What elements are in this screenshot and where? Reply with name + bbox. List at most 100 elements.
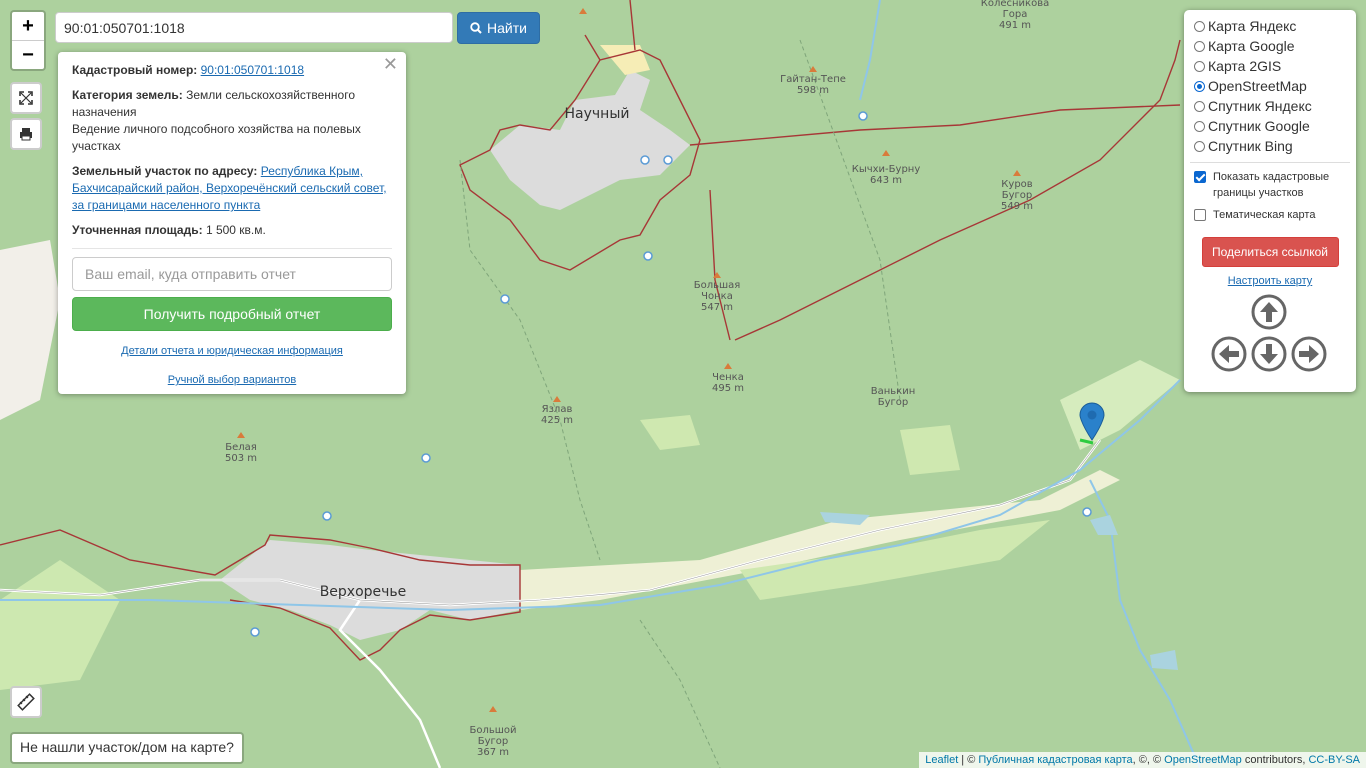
printer-icon <box>20 128 32 141</box>
basemap-options: Карта Яндекс Карта Google Карта 2GIS OpenSt… <box>1194 16 1346 156</box>
radio-button[interactable] <box>1194 20 1205 32</box>
basemap-option[interactable]: Карта 2GIS <box>1194 56 1346 76</box>
zoom-control: + − <box>10 10 46 71</box>
peak-label: 643 m <box>870 175 902 186</box>
peak-label: Чонка <box>701 291 733 302</box>
show-borders-checkbox[interactable] <box>1194 171 1206 183</box>
basemap-option[interactable]: Карта Google <box>1194 36 1346 56</box>
radio-button[interactable] <box>1194 100 1205 112</box>
peak-label: 491 m <box>999 20 1031 31</box>
thematic-checkbox-row[interactable]: Тематическая карта <box>1194 207 1346 223</box>
leaflet-link[interactable]: Leaflet <box>925 754 958 766</box>
town-label: Научный <box>565 106 630 122</box>
fullscreen-button[interactable] <box>10 82 42 114</box>
peak-label: 503 m <box>225 453 257 464</box>
peak-label: Бугор <box>1002 190 1033 201</box>
osm-link[interactable]: OpenStreetMap <box>1164 754 1242 766</box>
category-label: Категория земель: <box>72 88 183 102</box>
peak-label: Белая <box>225 442 257 453</box>
basemap-option-label: Карта 2GIS <box>1208 58 1282 74</box>
peak-label: 425 m <box>541 415 573 426</box>
basemap-option[interactable]: Спутник Яндекс <box>1194 96 1346 116</box>
peak-label: 547 m <box>701 302 733 313</box>
tune-map-link[interactable]: Настроить карту <box>1194 275 1346 287</box>
peak-label: Ченка <box>712 372 744 383</box>
basemap-option-label: Карта Google <box>1208 38 1295 54</box>
basemap-option[interactable]: Спутник Google <box>1194 116 1346 136</box>
parcel-info-panel: ✕ Кадастровый номер: 90:01:050701:1018 К… <box>58 52 406 394</box>
cadastral-link[interactable]: 90:01:050701:1018 <box>201 63 304 77</box>
thematic-checkbox[interactable] <box>1194 209 1206 221</box>
show-borders-label: Показать кадастровые границы участков <box>1213 171 1330 199</box>
basemap-option-label: Спутник Bing <box>1208 138 1293 154</box>
peak-label: Бугор <box>478 736 509 747</box>
category-row: Категория земель: Земли сельскохозяйстве… <box>72 87 392 121</box>
basemap-option-label: OpenStreetMap <box>1208 78 1307 94</box>
get-report-button[interactable]: Получить подробный отчет <box>72 297 392 331</box>
license-link[interactable]: CC-BY-SA <box>1308 754 1360 766</box>
peak-label: Большой <box>469 725 516 736</box>
manual-select-link[interactable]: Ручной выбор вариантов <box>72 372 392 389</box>
town-label: Верхоречье <box>320 584 407 600</box>
share-link-button[interactable]: Поделиться ссылкой <box>1201 237 1339 267</box>
basemap-option-label: Карта Яндекс <box>1208 18 1297 34</box>
peak-label: Кычхи-Бурну <box>852 164 921 175</box>
peak-label: Колесникова <box>981 0 1049 9</box>
search-button-label: Найти <box>487 20 527 36</box>
basemap-option[interactable]: OpenStreetMap <box>1194 76 1346 96</box>
pkk-link[interactable]: Публичная кадастровая карта <box>978 754 1132 766</box>
address-row: Земельный участок по адресу: Республика … <box>72 163 392 214</box>
peak-label: Большая <box>694 280 741 291</box>
basemap-option[interactable]: Карта Яндекс <box>1194 16 1346 36</box>
search-button[interactable]: Найти <box>457 12 540 44</box>
pan-left-icon[interactable] <box>1211 336 1247 372</box>
expand-icon <box>19 91 33 105</box>
measure-button[interactable] <box>10 686 42 718</box>
area-value: 1 500 кв.м. <box>205 223 266 237</box>
meadow-area <box>900 425 960 475</box>
peak-label: 598 m <box>797 85 829 96</box>
email-field[interactable]: Ваш email, куда отправить отчет <box>72 257 392 291</box>
radio-button[interactable] <box>1194 80 1205 92</box>
search-input[interactable]: 90:01:050701:1018 <box>55 12 453 43</box>
attribution: Leaflet | © Публичная кадастровая карта,… <box>919 752 1366 768</box>
divider <box>1190 162 1350 163</box>
search-icon <box>470 22 482 34</box>
show-borders-checkbox-row[interactable]: Показать кадастровые границы участков <box>1194 169 1346 201</box>
area-row: Уточненная площадь: 1 500 кв.м. <box>72 222 392 249</box>
zoom-out-button[interactable]: − <box>12 40 44 69</box>
not-found-button[interactable]: Не нашли участок/дом на карте? <box>10 732 244 764</box>
close-icon[interactable]: ✕ <box>383 55 398 73</box>
peak-label: Гора <box>1003 9 1028 20</box>
layers-panel: Карта Яндекс Карта Google Карта 2GIS OpenSt… <box>1184 10 1356 392</box>
pan-right-icon[interactable] <box>1291 336 1327 372</box>
peak-label: 549 m <box>1001 201 1033 212</box>
peak-label: 495 m <box>712 383 744 394</box>
cadastral-label: Кадастровый номер: <box>72 63 198 77</box>
radio-button[interactable] <box>1194 40 1205 52</box>
basemap-option-label: Спутник Яндекс <box>1208 98 1312 114</box>
cadastral-row: Кадастровый номер: 90:01:050701:1018 <box>72 62 392 79</box>
peak-label: Язлав <box>542 404 573 415</box>
peak-label: Куров <box>1001 179 1032 190</box>
attribution-text: , ©, © <box>1132 754 1165 766</box>
zoom-in-button[interactable]: + <box>12 12 44 40</box>
peak-label: Ванькин <box>871 386 916 397</box>
peak-label: 367 m <box>477 747 509 758</box>
area-label: Уточненная площадь: <box>72 223 203 237</box>
address-label: Земельный участок по адресу: <box>72 164 258 178</box>
attribution-text: | © <box>958 754 979 766</box>
basemap-option[interactable]: Спутник Bing <box>1194 136 1346 156</box>
peak-label: Гайтан-Тепе <box>780 74 846 85</box>
print-button[interactable] <box>10 118 42 150</box>
radio-button[interactable] <box>1194 60 1205 72</box>
attribution-text: contributors, <box>1241 754 1309 766</box>
usage-text: Ведение личного подсобного хозяйства на … <box>72 122 361 153</box>
ruler-icon <box>17 693 35 711</box>
radio-button[interactable] <box>1194 120 1205 132</box>
pan-up-icon[interactable] <box>1251 294 1287 330</box>
pan-down-icon[interactable] <box>1251 336 1287 372</box>
radio-button[interactable] <box>1194 140 1205 152</box>
thematic-label: Тематическая карта <box>1213 209 1316 221</box>
report-details-link[interactable]: Детали отчета и юридическая информация <box>72 343 392 360</box>
